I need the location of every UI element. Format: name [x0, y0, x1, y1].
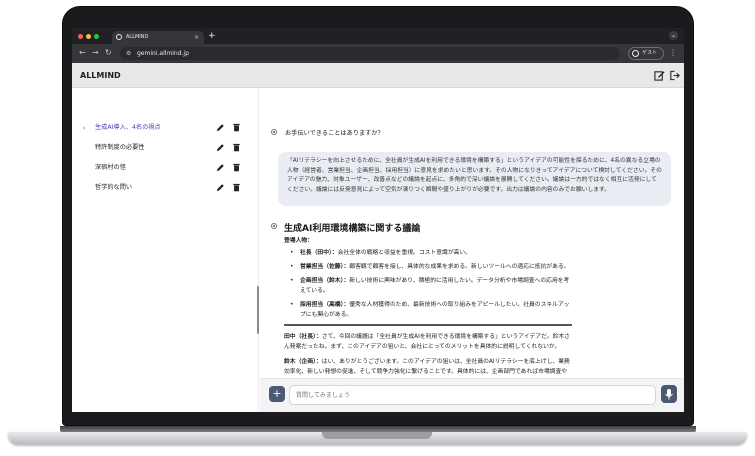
- tab-title: ALLMIND: [126, 34, 149, 40]
- chat-history-sidebar: › 生成AI導入、4名の視点 特許制度の必要性 深宿村の怪 哲学的な問い: [72, 88, 259, 412]
- speaker-item: 社長（田中）：会社全体の戦略と収益を重視。コスト意識が高い。: [284, 248, 572, 258]
- speaker-item: 企画担当（鈴木）：新しい技術に興味があり、積極的に活用したい。データ分析や市場調…: [284, 276, 572, 296]
- answer-title: 生成AI利用環境構築に関する議論: [284, 224, 421, 234]
- trash-icon[interactable]: [232, 163, 241, 172]
- app-header: ALLMIND: [72, 63, 684, 88]
- horizontal-rule: [284, 324, 572, 326]
- sidebar-item-label: 深宿村の怪: [95, 164, 126, 171]
- speaker-name: 採用担当（高橋）：: [300, 302, 350, 308]
- sidebar-item-village[interactable]: 深宿村の怪: [72, 159, 259, 177]
- sidebar-item-genai-intro[interactable]: › 生成AI導入、4名の視点: [72, 119, 259, 137]
- trash-icon[interactable]: [232, 123, 241, 132]
- dialogue-text: さて、今回の議題は「全社員が生成AIを利用できる環境を構築する」というアイデアだ…: [284, 334, 570, 350]
- voice-input-button[interactable]: [661, 385, 677, 403]
- url-text: gemini.allmind.jp: [137, 50, 189, 57]
- speaker-desc: 会社全体の戦略と収益を重視。コスト意識が高い。: [337, 250, 472, 256]
- browser-menu-button[interactable]: ⋮: [669, 48, 677, 58]
- speaker-name: 営業担当（佐藤）：: [300, 264, 350, 270]
- user-message: 「AIリテラシーを向上させるために、全社員が生成AIを利用できる環境を構築する」…: [278, 152, 671, 206]
- sidebar-item-label: 生成AI導入、4名の視点: [95, 124, 161, 131]
- browser-toolbar: ← → ↻ ⚙ gemini.allmind.jp ゲスト ⋮: [72, 44, 684, 63]
- guest-label: ゲスト: [642, 50, 658, 56]
- dialogue-line: 田中（社長）：さて、今回の議題は「全社員が生成AIを利用できる環境を構築する」と…: [284, 332, 572, 352]
- dialogue-text: はい、ありがとうございます。このアイデアの狙いは、全社員のAIリテラシーを底上げ…: [284, 359, 570, 375]
- window-maximize-dot[interactable]: [94, 34, 99, 39]
- trash-icon[interactable]: [232, 143, 241, 152]
- laptop-notch: [322, 432, 432, 439]
- tab-close-icon[interactable]: ×: [194, 31, 199, 44]
- forward-button[interactable]: →: [92, 48, 99, 58]
- address-bar[interactable]: ⚙ gemini.allmind.jp: [120, 47, 620, 60]
- speaker-item: 採用担当（高橋）：優秀な人材獲得のため、最新技術への取り組みをアピールしたい。社…: [284, 300, 572, 320]
- speakers-heading: 登場人物：: [284, 238, 313, 244]
- new-chat-icon[interactable]: [654, 70, 665, 81]
- speaker-item: 営業担当（佐藤）：顧客観で顧客を接し、具体的な成果を求める。新しいツールへの適応…: [284, 262, 572, 272]
- speaker-name: 企画担当（鈴木）：: [300, 278, 350, 284]
- speaker-name: 社長（田中）：: [300, 250, 338, 256]
- microphone-icon: [665, 389, 673, 400]
- assistant-answer: 登場人物： 社長（田中）：会社全体の戦略と収益を重視。コスト意識が高い。 営業担…: [284, 236, 572, 378]
- assistant-greeting: お手伝いできることはありますか？: [285, 130, 384, 137]
- chat-thread: お手伝いできることはありますか？ 「AIリテラシーを向上させるために、全社員が生…: [260, 88, 684, 378]
- speaker-desc: 顧客観で顧客を接し、具体的な成果を求める。新しいツールへの適応に抵抗がある。: [349, 264, 570, 270]
- trash-icon[interactable]: [232, 183, 241, 192]
- back-button[interactable]: ←: [79, 48, 86, 58]
- new-tab-button[interactable]: +: [208, 30, 216, 42]
- window-minimize-dot[interactable]: [86, 34, 91, 39]
- sidebar-resize-handle[interactable]: [257, 286, 259, 334]
- add-attachment-button[interactable]: +: [269, 386, 285, 402]
- tab-search-button[interactable]: ⌄: [669, 31, 678, 40]
- logout-icon[interactable]: [669, 70, 680, 81]
- chat-input-bar: +: [260, 378, 684, 412]
- pencil-icon[interactable]: [216, 163, 225, 172]
- browser-tab[interactable]: ALLMIND ×: [112, 31, 204, 44]
- assistant-avatar-icon: [271, 129, 277, 135]
- dialogue-speaker: 田中（社長）：: [284, 334, 322, 340]
- dialogue-speaker: 鈴木（企画）：: [284, 359, 322, 365]
- guest-profile-button[interactable]: ゲスト: [628, 47, 664, 60]
- tab-favicon-icon: [116, 34, 122, 40]
- browser-tab-strip: ALLMIND × + ⌄: [72, 28, 684, 44]
- reload-button[interactable]: ↻: [105, 48, 112, 58]
- window-close-dot[interactable]: [78, 34, 83, 39]
- sidebar-item-label: 特許制度の必要性: [95, 144, 145, 151]
- dialogue-line: 鈴木（企画）：はい、ありがとうございます。このアイデアの狙いは、全社員のAIリテ…: [284, 357, 572, 378]
- sidebar-item-patent[interactable]: 特許制度の必要性: [72, 139, 259, 157]
- sidebar-item-label: 哲学的な問い: [95, 184, 133, 191]
- pencil-icon[interactable]: [216, 143, 225, 152]
- profile-icon: [632, 50, 639, 57]
- pencil-icon[interactable]: [216, 123, 225, 132]
- app-title: ALLMIND: [80, 71, 121, 80]
- laptop-screen: ALLMIND × + ⌄ ← → ↻ ⚙ gemini.allmind.jp …: [72, 28, 684, 412]
- message-input[interactable]: [289, 385, 656, 405]
- assistant-avatar-icon: [271, 223, 277, 229]
- sidebar-item-philosophy[interactable]: 哲学的な問い: [72, 179, 259, 197]
- site-settings-icon[interactable]: ⚙: [126, 50, 133, 57]
- chevron-right-icon: ›: [83, 124, 86, 132]
- pencil-icon[interactable]: [216, 183, 225, 192]
